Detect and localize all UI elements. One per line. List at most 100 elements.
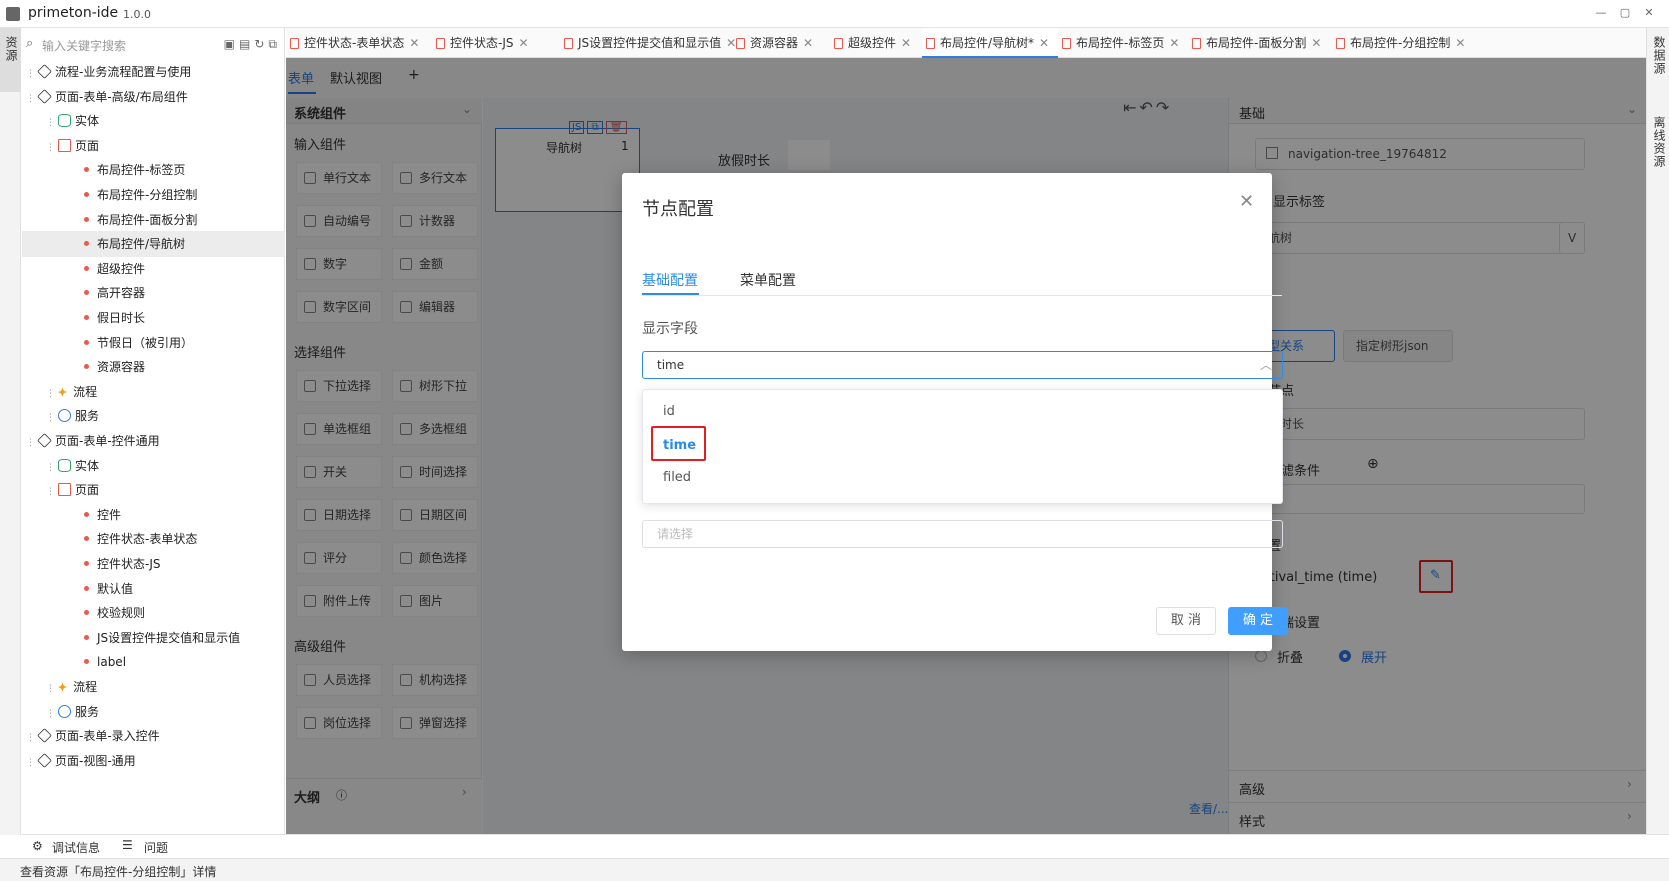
list-icon: ☰ — [122, 838, 133, 852]
tree-item-label: 页面-表单-高级/布局组件 — [55, 89, 188, 104]
close-tab-icon[interactable]: ✕ — [409, 36, 419, 50]
tree-item[interactable]: JS设置控件提交值和显示值 — [22, 625, 285, 651]
tree-item[interactable]: 校验规则 — [22, 600, 285, 626]
editor-tabs: 控件状态-表单状态 ✕ 控件状态-JS ✕ JS设置控件提交值和显示值 ✕ 资源容器 ✕ 超级控… — [286, 28, 1646, 58]
close-tab-icon[interactable]: ✕ — [1311, 36, 1321, 50]
cube-icon — [37, 752, 52, 768]
tree-item-label: 页面 — [75, 138, 100, 153]
new-folder-icon[interactable]: ▤ — [239, 37, 254, 51]
tree-item[interactable]: ⋮ 页面-表单-高级/布局组件 — [22, 84, 285, 110]
page-file-icon — [926, 38, 935, 49]
flow-icon: ⯌ — [58, 680, 72, 694]
close-tab-icon[interactable]: ✕ — [901, 36, 911, 50]
page-dot-icon — [84, 339, 89, 345]
maximize-icon[interactable]: ▢ — [1618, 6, 1632, 20]
editor-tab[interactable]: 布局控件/导航树* ✕ — [922, 28, 1058, 58]
tree-item-label: 服务 — [75, 704, 100, 719]
close-window-icon[interactable]: ✕ — [1642, 6, 1656, 20]
refresh-icon[interactable]: ↻ — [254, 37, 268, 51]
tree-item[interactable]: label — [22, 649, 285, 675]
tree-item[interactable]: ⋮ 实体 — [22, 108, 285, 134]
problems-tab[interactable]: 问题 — [144, 839, 168, 856]
page-dot-icon — [84, 364, 89, 370]
datasource-rail-label[interactable]: 数据源 — [1651, 36, 1668, 75]
database-icon — [58, 458, 71, 472]
editor-tab[interactable]: 控件状态-JS ✕ — [432, 28, 560, 58]
close-tab-icon[interactable]: ✕ — [1169, 36, 1179, 50]
title-bar: primeton-ide 1.0.0 — ▢ ✕ — [0, 0, 1669, 28]
tree-item[interactable]: 布局控件-标签页 — [22, 157, 285, 183]
editor-tab[interactable]: 布局控件-标签页 ✕ — [1058, 28, 1188, 58]
new-file-icon[interactable]: ▣ — [224, 37, 239, 51]
tree-item-label: 布局控件-标签页 — [97, 163, 186, 178]
tree-item[interactable]: ⋮ 页面 — [22, 133, 285, 159]
debug-tab[interactable]: 调试信息 — [52, 839, 100, 856]
minimize-icon[interactable]: — — [1594, 6, 1608, 20]
tree-item[interactable]: 节假日（被引用） — [22, 330, 285, 356]
editor-tab[interactable]: JS设置控件提交值和显示值 ✕ — [560, 28, 736, 58]
editor-tab[interactable]: 控件状态-表单状态 ✕ — [286, 28, 432, 58]
tree-item[interactable]: ⋮ 服务 — [22, 699, 285, 725]
tree-item[interactable]: 布局控件-分组控制 — [22, 182, 285, 208]
editor-tab[interactable]: 超级控件 ✕ — [830, 28, 922, 58]
resource-rail-tab[interactable]: 资源 — [0, 28, 21, 92]
close-tab-icon[interactable]: ✕ — [803, 36, 813, 50]
editor-tab[interactable]: 资源容器 ✕ — [732, 28, 830, 58]
tree-item-label: 页面-视图-通用 — [55, 753, 136, 768]
tree-item[interactable]: ⋮ 实体 — [22, 453, 285, 479]
page-file-icon — [1192, 38, 1201, 49]
tree-item[interactable]: 控件状态-表单状态 — [22, 526, 285, 552]
tree-item[interactable]: ⋮ 服务 — [22, 403, 285, 429]
cancel-button[interactable]: 取 消 — [1156, 607, 1216, 635]
bottom-panel-bar: ⚙ 调试信息 ☰ 问题 — [22, 834, 1669, 858]
display-field-select[interactable]: time ︿ — [642, 351, 1283, 379]
editor-tab[interactable]: 布局控件-分组控制 ✕ — [1332, 28, 1466, 58]
tree-item-label: 页面-表单-录入控件 — [55, 729, 160, 744]
confirm-button[interactable]: 确 定 — [1228, 607, 1288, 635]
tree-item[interactable]: ⋮ ⯌ 流程 — [22, 674, 285, 700]
option-time-highlight — [651, 426, 706, 461]
editor-tab-label: JS设置控件提交值和显示值 — [578, 36, 722, 50]
close-tab-icon[interactable]: ✕ — [1039, 36, 1049, 50]
tree-item[interactable]: ⋮ 页面 — [22, 477, 285, 503]
close-tab-icon[interactable]: ✕ — [519, 36, 529, 50]
tree-item[interactable]: ⋮ 页面-表单-录入控件 — [22, 723, 285, 749]
tree-item-label: 控件状态-JS — [97, 557, 161, 571]
page-dot-icon — [84, 315, 89, 320]
close-icon[interactable]: ✕ — [1239, 191, 1254, 212]
tree-toggle-icon[interactable]: ⋮ — [26, 750, 38, 776]
tree-item[interactable]: 假日时长 — [22, 305, 285, 331]
offline-resource-rail-label[interactable]: 离线资源 — [1651, 116, 1668, 168]
tab-basic-config[interactable]: 基础配置 — [642, 270, 698, 290]
second-select[interactable]: 请选择 — [642, 520, 1283, 548]
editor-tab-label: 布局控件-分组控制 — [1350, 36, 1451, 50]
display-field-label: 显示字段 — [642, 321, 698, 337]
sidebar-tools[interactable]: ▣▤↻⧉ — [224, 37, 281, 52]
search-input[interactable]: 输入关键字搜索 — [42, 37, 126, 54]
tree-item[interactable]: 控件状态-JS — [22, 551, 285, 577]
tree-item[interactable]: 高开容器 — [22, 280, 285, 306]
close-tab-icon[interactable]: ✕ — [1455, 36, 1465, 50]
search-box[interactable]: ⌕ 输入关键字搜索 ▣▤↻⧉ — [22, 31, 285, 57]
option-id[interactable]: id — [663, 404, 675, 419]
option-filed[interactable]: filed — [663, 470, 691, 485]
tree-item[interactable]: ⋮ 页面-视图-通用 — [22, 748, 285, 774]
tab-menu-config[interactable]: 菜单配置 — [740, 270, 796, 290]
page-file-icon — [834, 38, 843, 49]
gear-icon — [58, 704, 71, 718]
editor-tab[interactable]: 布局控件-面板分割 ✕ — [1188, 28, 1332, 58]
tree-item[interactable]: 控件 — [22, 502, 285, 528]
tree-item[interactable]: 布局控件-面板分割 — [22, 207, 285, 233]
app-version: 1.0.0 — [123, 8, 151, 21]
tree-item[interactable]: 布局控件/导航树 — [22, 231, 285, 258]
tree-item[interactable]: ⋮ ⯌ 流程 — [22, 379, 285, 405]
tree-item[interactable]: ⋮ 流程-业务流程配置与使用 — [22, 59, 285, 85]
page-dot-icon — [84, 585, 89, 591]
tree-item[interactable]: 默认值 — [22, 576, 285, 602]
tree-item[interactable]: ⋮ 页面-表单-控件通用 — [22, 428, 285, 454]
tree-item-label: 实体 — [75, 458, 100, 473]
tree-item[interactable]: 超级控件 — [22, 256, 285, 282]
page-icon — [58, 483, 71, 497]
collapse-all-icon[interactable]: ⧉ — [268, 37, 281, 51]
tree-item[interactable]: 资源容器 — [22, 354, 285, 380]
